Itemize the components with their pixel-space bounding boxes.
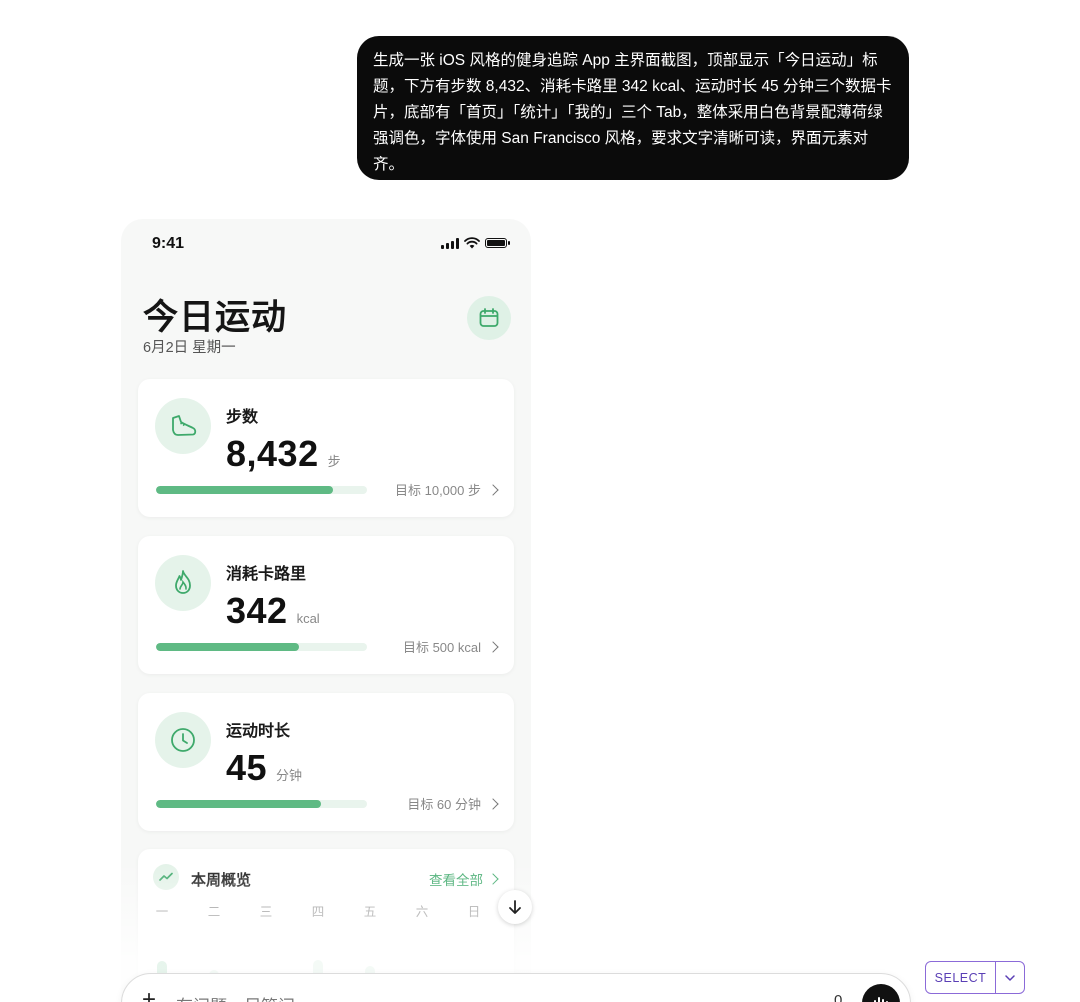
day-label: 五 (363, 905, 377, 919)
date-subtitle: 6月2日 星期一 (143, 340, 236, 356)
duration-progress-bar (156, 800, 367, 808)
trend-icon (153, 864, 179, 890)
calories-label: 消耗卡路里 (226, 566, 307, 583)
chevron-right-icon (487, 483, 499, 496)
day-label: 一 (155, 905, 169, 919)
message-composer[interactable]: + 有问题，尽管问 0 (121, 973, 911, 1002)
generated-app-screenshot: 9:41 今日运动 6月2日 星期一 步数 8,432 步 目标 10,000 … (121, 219, 531, 1002)
calories-unit: kcal (296, 611, 320, 626)
composer-counter: 0 (834, 992, 843, 1002)
status-bar: 9:41 (121, 219, 531, 269)
select-button[interactable]: SELECT (926, 971, 995, 985)
duration-value: 45 (226, 747, 268, 788)
chevron-right-icon (487, 640, 499, 653)
chevron-right-icon (487, 797, 499, 810)
duration-unit: 分钟 (276, 768, 303, 783)
day-label: 三 (259, 905, 273, 919)
duration-goal-text: 目标 60 分钟 (407, 797, 481, 812)
page-title: 今日运动 (143, 298, 288, 337)
view-all-link[interactable]: 查看全部 (429, 869, 499, 889)
clock-icon (155, 712, 211, 768)
steps-progress-bar (156, 486, 367, 494)
calories-goal[interactable]: 目标 500 kcal (402, 637, 499, 656)
duration-label: 运动时长 (226, 723, 291, 740)
user-message-bubble: 生成一张 iOS 风格的健身追踪 App 主界面截图，顶部显示「今日运动」标题，… (357, 36, 909, 180)
wifi-icon (464, 237, 480, 249)
user-message-text: 生成一张 iOS 风格的健身追踪 App 主界面截图，顶部显示「今日运动」标题，… (373, 52, 892, 173)
calories-progress-bar (156, 643, 367, 651)
duration-card[interactable]: 运动时长 45 分钟 目标 60 分钟 (138, 693, 514, 831)
status-icons (441, 237, 510, 249)
day-label: 六 (415, 905, 429, 919)
day-label: 四 (311, 905, 325, 919)
steps-value-group: 8,432 步 (226, 433, 341, 475)
flame-icon (155, 555, 211, 611)
duration-goal[interactable]: 目标 60 分钟 (407, 794, 499, 813)
steps-value: 8,432 (226, 433, 319, 474)
day-label: 日 (467, 905, 481, 919)
arrow-down-icon (509, 900, 521, 914)
add-attachment-button[interactable]: + (142, 988, 156, 1002)
select-control[interactable]: SELECT (925, 961, 1025, 994)
steps-goal-text: 目标 10,000 步 (395, 483, 481, 498)
calendar-icon (479, 308, 499, 327)
waveform-icon (874, 997, 888, 1002)
view-all-label: 查看全部 (429, 873, 483, 888)
calendar-button[interactable] (467, 296, 511, 340)
steps-goal[interactable]: 目标 10,000 步 (395, 480, 499, 499)
day-label: 二 (207, 905, 221, 919)
calories-value-group: 342 kcal (226, 590, 320, 632)
select-dropdown-toggle[interactable] (996, 974, 1024, 981)
calories-value: 342 (226, 590, 288, 631)
steps-card[interactable]: 步数 8,432 步 目标 10,000 步 (138, 379, 514, 517)
calories-card[interactable]: 消耗卡路里 342 kcal 目标 500 kcal (138, 536, 514, 674)
steps-unit: 步 (327, 454, 341, 469)
status-time: 9:41 (152, 235, 185, 252)
sneaker-icon (155, 398, 211, 454)
duration-value-group: 45 分钟 (226, 747, 302, 789)
chevron-right-icon (487, 873, 499, 885)
calories-goal-text: 目标 500 kcal (402, 640, 481, 655)
signal-icon (441, 237, 459, 249)
composer-input[interactable]: 有问题，尽管问 (176, 992, 295, 1002)
battery-icon (485, 238, 510, 248)
weekly-overview-title: 本周概览 (191, 872, 252, 889)
steps-label: 步数 (226, 409, 259, 426)
scroll-to-bottom-button[interactable] (498, 890, 532, 924)
voice-mode-button[interactable] (862, 984, 900, 1002)
chevron-down-icon (1005, 974, 1015, 981)
